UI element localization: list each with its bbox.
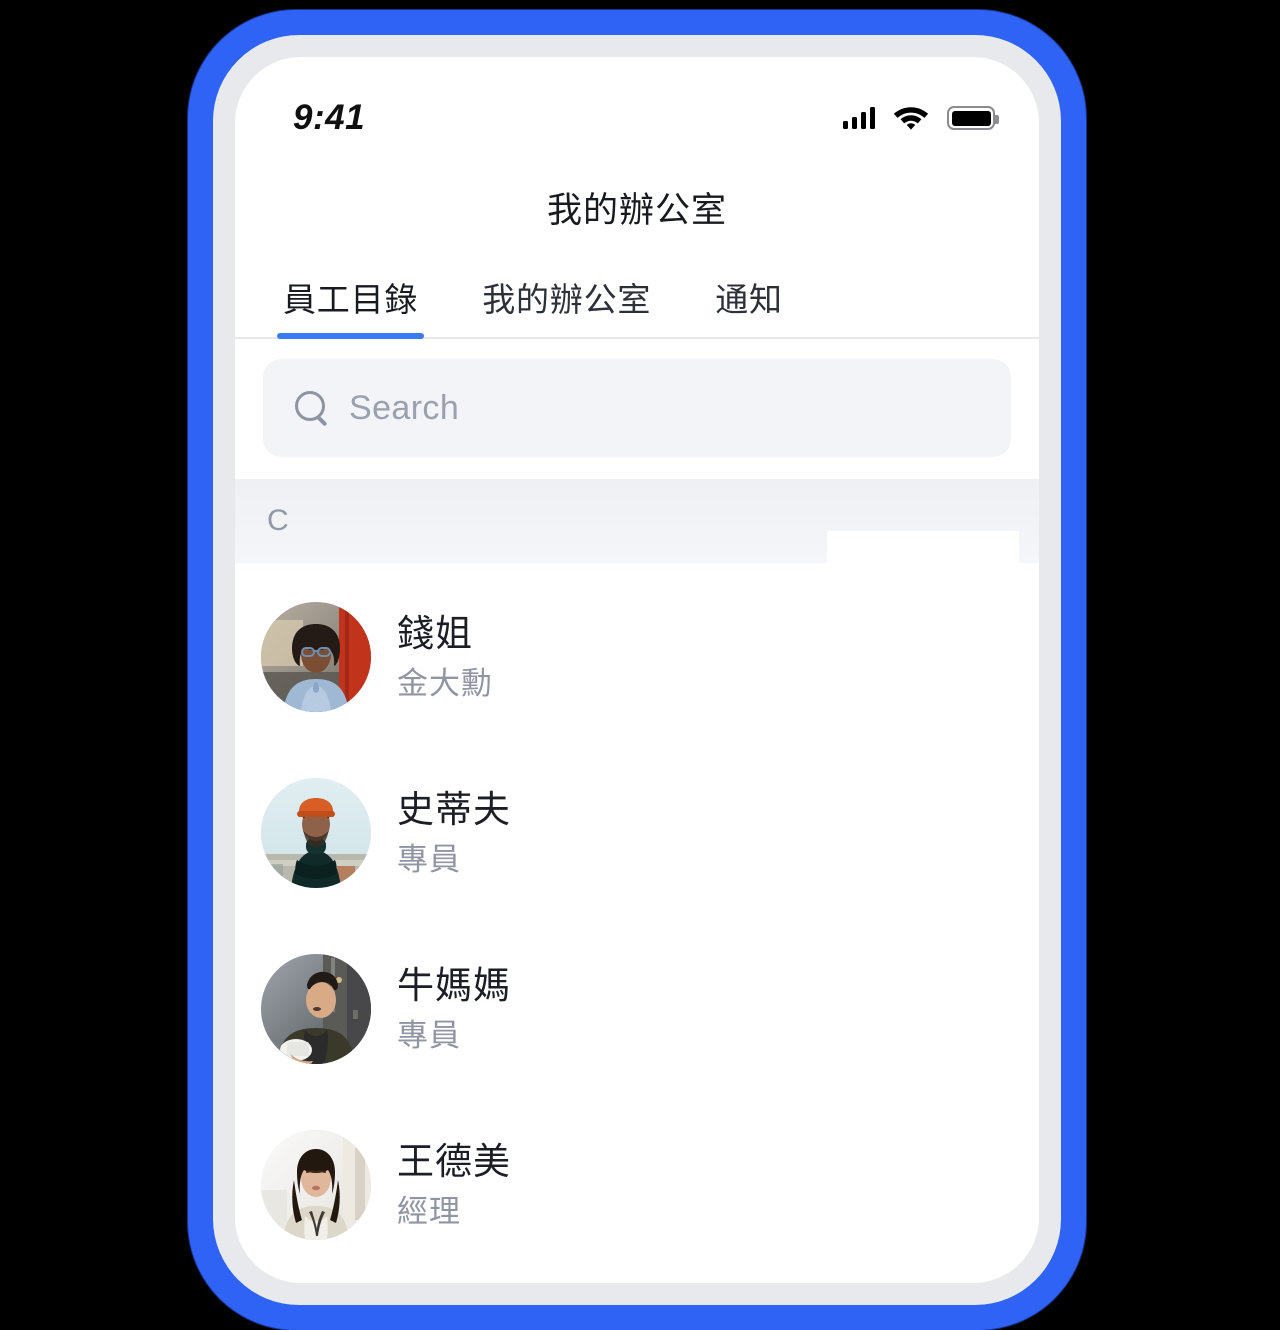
list-item[interactable]: 史蒂夫 專員 — [235, 745, 1039, 921]
employee-role: 專員 — [397, 841, 461, 877]
tab-notifications[interactable]: 通知 — [711, 273, 787, 337]
avatar — [261, 1130, 371, 1240]
tab-label: 員工目錄 — [283, 281, 419, 318]
phone-screen: 9:41 我的辦公室 員工目錄 我的辦公室 通知 Search C 錢姐 金大勳… — [235, 57, 1039, 1283]
section-header-notch — [827, 531, 1019, 565]
employee-list: 錢姐 金大勳 史蒂夫 專員 牛媽媽 專員 王德美 經理 — [235, 563, 1039, 1273]
list-item[interactable]: 王德美 經理 — [235, 1097, 1039, 1273]
list-item[interactable]: 牛媽媽 專員 — [235, 921, 1039, 1097]
tab-bar: 員工目錄 我的辦公室 通知 — [235, 261, 1039, 339]
tab-employee-directory[interactable]: 員工目錄 — [276, 273, 425, 339]
employee-name: 史蒂夫 — [397, 788, 511, 830]
avatar — [261, 602, 371, 712]
avatar — [261, 778, 371, 888]
section-header: C — [235, 479, 1039, 565]
employee-name: 王德美 — [397, 1140, 511, 1182]
tab-label: 通知 — [715, 281, 783, 318]
employee-role: 經理 — [397, 1193, 461, 1229]
phone-bezel: 9:41 我的辦公室 員工目錄 我的辦公室 通知 Search C 錢姐 金大勳… — [213, 35, 1061, 1305]
list-item-text: 王德美 經理 — [397, 1140, 511, 1230]
search-area: Search — [235, 339, 1039, 479]
tab-my-office[interactable]: 我的辦公室 — [478, 273, 655, 337]
status-bar-time: 9:41 — [293, 98, 366, 137]
employee-name: 錢姐 — [397, 612, 473, 654]
wifi-icon — [891, 101, 931, 135]
tab-label: 我的辦公室 — [482, 281, 652, 318]
employee-role: 金大勳 — [397, 665, 493, 701]
phone-frame: 9:41 我的辦公室 員工目錄 我的辦公室 通知 Search C 錢姐 金大勳… — [188, 10, 1086, 1330]
cellular-signal-icon — [842, 107, 875, 129]
status-bar: 9:41 — [235, 57, 1039, 153]
section-header-label: C — [267, 504, 290, 537]
search-field[interactable]: Search — [263, 359, 1011, 457]
status-bar-icons — [842, 101, 999, 135]
avatar — [261, 954, 371, 1064]
list-item-text: 史蒂夫 專員 — [397, 788, 511, 878]
list-item-text: 錢姐 金大勳 — [397, 612, 493, 702]
employee-role: 專員 — [397, 1017, 461, 1053]
list-item[interactable]: 錢姐 金大勳 — [235, 569, 1039, 745]
search-icon — [293, 390, 329, 426]
page-title: 我的辦公室 — [546, 190, 727, 230]
list-item-text: 牛媽媽 專員 — [397, 964, 511, 1054]
battery-full-icon — [947, 106, 999, 130]
employee-name: 牛媽媽 — [397, 964, 511, 1006]
search-input-placeholder: Search — [349, 388, 460, 427]
